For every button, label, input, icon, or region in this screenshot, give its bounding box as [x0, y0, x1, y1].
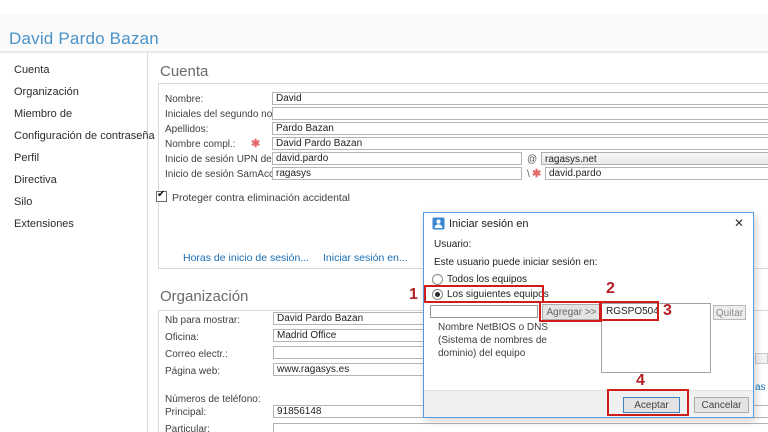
- field-label-nombre-completo: Nombre compl.:: [165, 139, 236, 150]
- page-title: David Pardo Bazan: [9, 29, 159, 49]
- field-label-correo: Correo electr.:: [165, 349, 228, 360]
- sidebar-item-directiva[interactable]: Directiva: [14, 174, 57, 186]
- field-label-nb-mostrar: Nb para mostrar:: [165, 315, 240, 326]
- checkmark-icon: ✔: [157, 189, 165, 200]
- dialog-footer: Aceptar Cancelar: [424, 390, 753, 417]
- sidebar-item-config-contrasena[interactable]: Configuración de contraseña: [14, 130, 155, 142]
- annotation-step-1: 1: [409, 286, 418, 304]
- clipped-background-control: [755, 353, 768, 364]
- annotation-rect-step-3: [599, 301, 659, 321]
- sidebar-item-miembro-de[interactable]: Miembro de: [14, 108, 72, 120]
- computer-name-input[interactable]: [430, 305, 538, 318]
- adac-user-properties-window: David Pardo Bazan Cuenta Organización Mi…: [0, 0, 768, 432]
- annotation-rect-step-4: [607, 389, 689, 416]
- backslash-separator: \: [527, 169, 530, 180]
- sidebar-item-perfil[interactable]: Perfil: [14, 152, 39, 164]
- sidebar-item-organizacion[interactable]: Organización: [14, 86, 79, 98]
- section-title-organizacion: Organización: [160, 288, 248, 305]
- annotation-rect-step-2: [539, 301, 602, 322]
- required-asterisk-icon: ✱: [532, 167, 541, 180]
- remove-computer-button[interactable]: Quitar: [713, 305, 746, 320]
- sidebar-item-cuenta[interactable]: Cuenta: [14, 64, 49, 76]
- protect-deletion-checkbox[interactable]: ✔: [156, 191, 167, 202]
- at-sign-icon: @: [527, 154, 537, 165]
- annotation-rect-step-1: [424, 285, 544, 303]
- dialog-user-label: Usuario:: [434, 239, 471, 250]
- help-text-line: dominio) del equipo: [438, 348, 525, 359]
- cancel-button[interactable]: Cancelar: [694, 397, 749, 413]
- annotation-step-3: 3: [663, 302, 672, 320]
- samaccount-name-input[interactable]: [545, 167, 768, 180]
- field-label-nombre: Nombre:: [165, 94, 203, 105]
- sidebar-item-extensiones[interactable]: Extensiones: [14, 218, 74, 230]
- radio-all-computers-label: Todos los equipos: [447, 274, 527, 285]
- logon-to-link[interactable]: Iniciar sesión en...: [323, 252, 408, 264]
- field-label-oficina: Oficina:: [165, 332, 199, 343]
- section-title-cuenta: Cuenta: [160, 63, 208, 80]
- sidebar-item-silo[interactable]: Silo: [14, 196, 32, 208]
- radio-all-computers[interactable]: [432, 274, 443, 285]
- field-label-pagina-web: Página web:: [165, 366, 220, 377]
- iniciales-input[interactable]: [272, 107, 768, 120]
- logon-hours-link[interactable]: Horas de inicio de sesión...: [183, 252, 309, 264]
- required-asterisk-icon: ✱: [251, 137, 260, 150]
- field-label-principal: Principal:: [165, 407, 206, 418]
- apellidos-input[interactable]: [272, 122, 768, 135]
- field-label-iniciales: Iniciales del segundo nom...: [165, 109, 289, 120]
- phone-home-input[interactable]: [273, 423, 768, 432]
- annotation-step-4: 4: [636, 372, 645, 390]
- upn-input[interactable]: [272, 152, 522, 165]
- upn-suffix-combobox[interactable]: ragasys.net: [541, 152, 768, 165]
- help-text-line: (Sistema de nombres de: [438, 335, 547, 346]
- phones-group-label: Números de teléfono:: [165, 394, 261, 405]
- annotation-step-2: 2: [606, 280, 615, 298]
- clipped-background-link[interactable]: as v: [755, 382, 768, 393]
- field-label-apellidos: Apellidos:: [165, 124, 208, 135]
- dialog-title: Iniciar sesión en: [449, 218, 529, 230]
- samaccount-domain-input[interactable]: [272, 167, 522, 180]
- dialog-user-icon: [432, 217, 445, 230]
- nombre-input[interactable]: [272, 92, 768, 105]
- dialog-description: Este usuario puede iniciar sesión en:: [434, 257, 597, 268]
- nombre-completo-input[interactable]: [272, 137, 768, 150]
- protect-deletion-label: Proteger contra eliminación accidental: [172, 192, 350, 204]
- field-label-particular: Particular:: [165, 424, 210, 432]
- sidebar-divider: [147, 53, 148, 432]
- close-icon[interactable]: ✕: [734, 216, 744, 230]
- help-text-line: Nombre NetBIOS o DNS: [438, 322, 548, 333]
